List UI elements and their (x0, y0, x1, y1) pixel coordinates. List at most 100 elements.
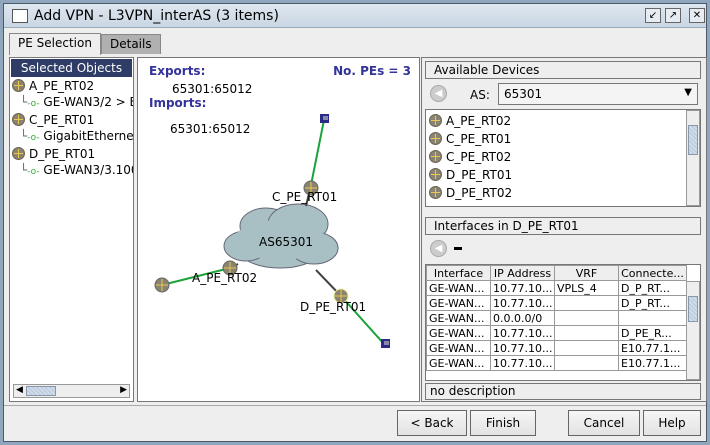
scroll-thumb[interactable] (688, 125, 698, 155)
table-cell (618, 310, 687, 326)
table-cell (554, 310, 619, 326)
router-icon (429, 114, 442, 127)
router-icon (12, 147, 25, 160)
device-name: C_PE_RT01 (446, 132, 512, 146)
table-row[interactable]: GE-WAN... 10.77.10... E10.77.1... (426, 355, 687, 371)
table-cell: D_P_RT... (618, 295, 687, 311)
cancel-button[interactable]: Cancel (568, 410, 640, 436)
tree-interface-item[interactable]: └-o- GE-WAN3/2 > B (12, 94, 133, 112)
tree-router-item[interactable]: C_PE_RT01 (12, 112, 133, 128)
table-cell: GE-WAN... (426, 325, 491, 341)
table-cell: 10.77.10... (490, 280, 555, 296)
device-list-item[interactable]: A_PE_RT02 (429, 112, 697, 130)
interface-icon: -o- (27, 167, 40, 177)
tree-interface-item[interactable]: └-o- GE-WAN3/3.100 (12, 162, 133, 180)
computer-icon[interactable] (381, 339, 390, 348)
selected-objects-panel: Selected Objects A_PE_RT02 └-o- GE-WAN3/2… (9, 57, 134, 402)
table-cell: 10.77.10... (490, 355, 555, 371)
router-icon[interactable] (154, 277, 170, 293)
table-cell: E10.77.1... (618, 355, 687, 371)
vpn-map: Exports: 65301:65012 Imports: 65301:6501… (137, 57, 420, 402)
interfaces-header: Interfaces in D_PE_RT01 (425, 217, 701, 235)
router-icon (429, 150, 442, 163)
node-label: D_PE_RT01 (300, 300, 367, 314)
device-name: A_PE_RT02 (446, 114, 512, 128)
device-name: D_PE_RT02 (446, 186, 513, 200)
scroll-thumb[interactable] (26, 386, 56, 396)
close-icon[interactable]: ✕ (689, 8, 705, 23)
interface-icon: -o- (27, 99, 40, 109)
interface-description: no description (425, 383, 701, 400)
interface-name: GE-WAN3/3.100 (43, 163, 133, 177)
table-cell: GE-WAN... (426, 280, 491, 296)
finish-button[interactable]: Finish (470, 410, 536, 436)
device-name: C_PE_RT02 (446, 150, 512, 164)
router-icon (12, 113, 25, 126)
router-icon (12, 79, 25, 92)
table-row[interactable]: GE-WAN... 10.77.10... D_P_RT... (426, 295, 687, 311)
table-cell: 10.77.10... (490, 325, 555, 341)
chevron-down-icon[interactable]: ▼ (684, 87, 692, 98)
table-cell: GE-WAN... (426, 340, 491, 356)
remove-icon[interactable] (454, 247, 462, 250)
computer-icon[interactable] (320, 114, 329, 123)
interfaces-table: Interface IP Address VRF Connecte... GE-WAN.… (425, 264, 701, 381)
help-button[interactable]: Help (643, 410, 701, 436)
table-row[interactable]: GE-WAN... 0.0.0.0/0 (426, 310, 687, 326)
window-icon (12, 9, 28, 23)
back-button[interactable]: < Back (397, 410, 467, 436)
device-list-item[interactable]: C_PE_RT02 (429, 148, 697, 166)
back-arrow-icon[interactable]: ◀ (430, 240, 447, 257)
tree-interface-item[interactable]: └-o- GigabitEthernet (12, 128, 133, 146)
table-cell (554, 340, 619, 356)
device-list: A_PE_RT02 C_PE_RT01 C_PE_RT02 D_PE_RT01 D_PE… (425, 109, 701, 207)
table-cell (554, 355, 619, 371)
device-list-item[interactable]: D_PE_RT01 (429, 166, 697, 184)
tab-details[interactable]: Details (101, 34, 161, 54)
router-name: A_PE_RT02 (29, 79, 95, 93)
vertical-scrollbar[interactable] (686, 110, 700, 206)
column-header[interactable]: IP Address (490, 265, 555, 281)
column-header[interactable]: Interface (426, 265, 491, 281)
scroll-left-icon[interactable]: ◀ (16, 385, 23, 395)
column-header[interactable]: VRF (554, 265, 619, 281)
selected-objects-header: Selected Objects (11, 59, 132, 77)
as-select[interactable]: 65301 ▼ (498, 83, 698, 105)
table-cell: GE-WAN... (426, 295, 491, 311)
router-name: C_PE_RT01 (29, 113, 95, 127)
horizontal-scrollbar[interactable]: ◀ ▶ (13, 384, 130, 398)
router-icon (429, 168, 442, 181)
table-row[interactable]: GE-WAN... 10.77.10... VPLS_4 D_P_RT... (426, 280, 687, 296)
table-cell: GE-WAN... (426, 355, 491, 371)
link-line (310, 119, 325, 186)
right-panel: Available Devices ◀ AS: 65301 ▼ A_PE_RT02… (421, 57, 707, 402)
scroll-thumb[interactable] (688, 296, 698, 322)
as-label: AS: (470, 88, 490, 102)
device-list-item[interactable]: C_PE_RT01 (429, 130, 697, 148)
interface-name: GE-WAN3/2 > B (43, 95, 133, 109)
tree-router-item[interactable]: A_PE_RT02 (12, 78, 133, 94)
router-icon (429, 186, 442, 199)
title-bar: Add VPN - L3VPN_interAS (3 items) ↙ ↗ ✕ (4, 4, 706, 28)
table-cell: VPLS_4 (554, 280, 619, 296)
column-header[interactable]: Connecte... (618, 265, 687, 281)
vertical-scrollbar[interactable] (686, 281, 700, 380)
divider (4, 405, 706, 406)
node-label: A_PE_RT02 (192, 271, 258, 285)
table-row[interactable]: GE-WAN... 10.77.10... D_PE_R... (426, 325, 687, 341)
dialog-window: Add VPN - L3VPN_interAS (3 items) ↙ ↗ ✕ … (3, 3, 707, 442)
device-list-item[interactable]: D_PE_RT02 (429, 184, 697, 202)
back-arrow-icon[interactable]: ◀ (430, 85, 447, 102)
table-cell (554, 295, 619, 311)
maximize-icon[interactable]: ↗ (665, 8, 681, 23)
table-cell: D_PE_R... (618, 325, 687, 341)
table-cell: 10.77.10... (490, 295, 555, 311)
minimize-icon[interactable]: ↙ (645, 8, 661, 23)
tree-router-item[interactable]: D_PE_RT01 (12, 146, 133, 162)
tab-pe-selection[interactable]: PE Selection (9, 33, 101, 55)
scroll-right-icon[interactable]: ▶ (120, 385, 127, 395)
table-row[interactable]: GE-WAN... 10.77.10... E10.77.1... (426, 340, 687, 356)
node-label: C_PE_RT01 (272, 190, 338, 204)
table-cell: E10.77.1... (618, 340, 687, 356)
interface-name: GigabitEthernet (43, 129, 133, 143)
